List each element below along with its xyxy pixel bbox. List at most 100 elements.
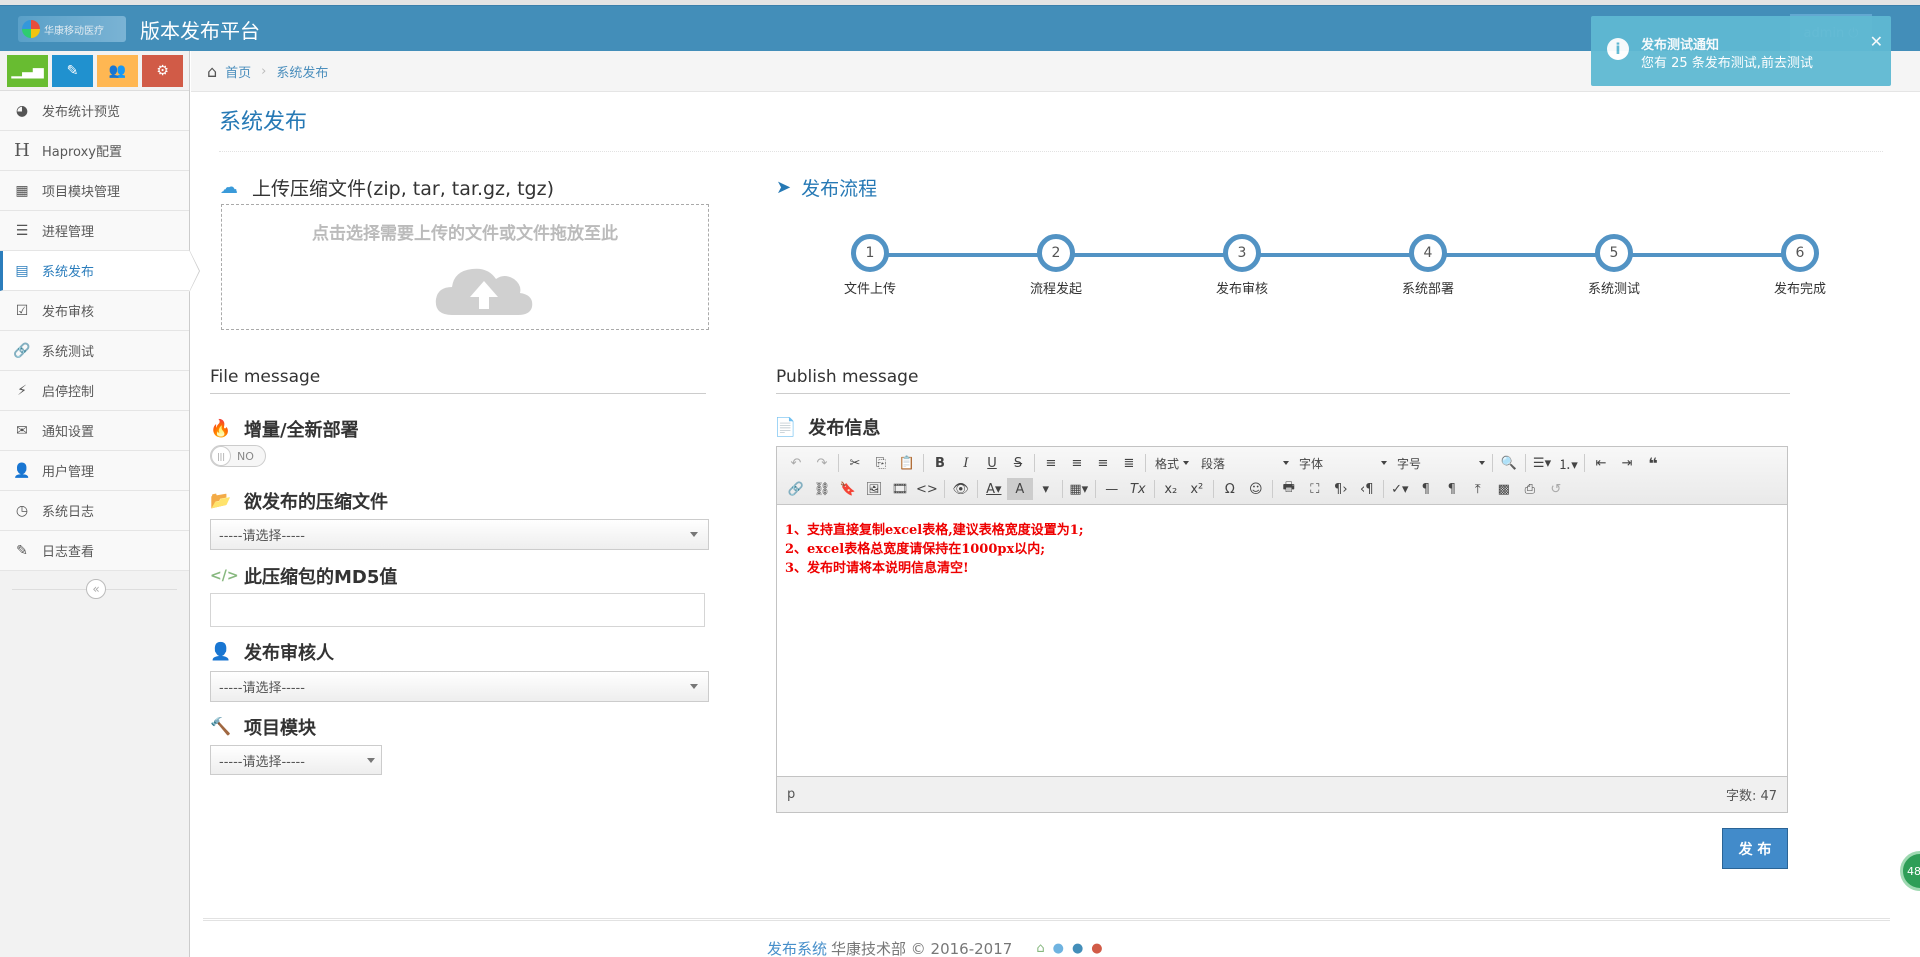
superscript-icon[interactable]: x² xyxy=(1184,478,1210,500)
background-color-icon[interactable]: A xyxy=(1006,478,1033,500)
numbered-list-icon[interactable]: ⒈▾ xyxy=(1555,452,1581,474)
align-right-icon[interactable]: ≡ xyxy=(1090,452,1116,474)
paste-icon[interactable]: 📋 xyxy=(894,452,920,474)
double-chevron-left-icon: « xyxy=(92,582,100,596)
bold-icon[interactable]: B xyxy=(927,452,953,474)
image-icon[interactable]: 🖼 xyxy=(861,478,887,500)
sidebar-item-release[interactable]: ▤ 系统发布 xyxy=(0,249,200,293)
archive-select-value: -----请选择----- xyxy=(219,529,305,544)
step-3: 3 发布审核 xyxy=(1202,234,1282,297)
sidebar-item-control[interactable]: ⚡ 启停控制 xyxy=(0,371,189,411)
shortcut-pencil-button[interactable]: ✎ xyxy=(52,55,93,87)
cut-icon[interactable]: ✂ xyxy=(842,452,868,474)
publish-button[interactable]: 发 布 xyxy=(1722,828,1788,869)
sidebar-item-modules[interactable]: ▦ 项目模块管理 xyxy=(0,171,189,211)
table-icon[interactable]: ▦▾ xyxy=(1066,478,1092,500)
module-label: 🔨 项目模块 xyxy=(210,714,316,740)
underline-icon[interactable]: U xyxy=(979,452,1005,474)
archive-select[interactable]: -----请选择----- xyxy=(210,519,709,550)
sidebar-item-review[interactable]: ☑ 发布审核 xyxy=(0,291,189,331)
weibo-icon[interactable]: ● xyxy=(1091,941,1102,956)
reviewer-label-text: 发布审核人 xyxy=(244,643,334,664)
font-dropdown[interactable]: 字体 xyxy=(1293,452,1391,474)
wechat-icon[interactable]: ● xyxy=(1072,941,1083,956)
step-circle: 5 xyxy=(1595,234,1633,272)
home-icon[interactable]: ⌂ xyxy=(1036,941,1044,956)
upload-icon[interactable]: ⤒ xyxy=(1465,478,1491,500)
align-center-icon[interactable]: ≡ xyxy=(1064,452,1090,474)
bookmark-icon[interactable]: 🔖 xyxy=(835,478,861,500)
redo-icon[interactable]: ↷ xyxy=(809,452,835,474)
sidebar-collapse-button[interactable]: « xyxy=(86,579,106,599)
align-left-icon[interactable]: ≡ xyxy=(1038,452,1064,474)
media-icon[interactable]: 🎞 xyxy=(887,478,913,500)
sidebar-item-users[interactable]: 👤 用户管理 xyxy=(0,451,189,491)
paragraph-dropdown[interactable]: 段落 xyxy=(1195,452,1293,474)
deploy-mode-toggle[interactable]: ||| NO xyxy=(210,445,266,467)
strikethrough-icon[interactable]: S xyxy=(1005,452,1031,474)
qq-icon[interactable]: ● xyxy=(1053,941,1064,956)
breadcrumb-current[interactable]: 系统发布 xyxy=(276,62,328,81)
copy-icon[interactable]: ⎘ xyxy=(868,452,894,474)
rtl-icon[interactable]: ‹¶ xyxy=(1354,478,1380,500)
floating-badge[interactable]: 48 xyxy=(1900,851,1920,891)
sidebar-item-label: 系统日志 xyxy=(42,505,95,520)
caret-down-icon[interactable]: ▾ xyxy=(1033,478,1059,500)
shortcut-cogs-button[interactable]: ⚙ xyxy=(142,55,183,87)
close-icon[interactable]: ✕ xyxy=(1870,32,1883,51)
upload-title-text: 上传压缩文件(zip, tar, tar.gz, tgz) xyxy=(252,178,554,200)
sidebar-item-haproxy[interactable]: H Haproxy配置 xyxy=(0,131,189,171)
link-icon[interactable]: 🔗 xyxy=(783,478,809,500)
file-dropzone[interactable]: 点击选择需要上传的文件或文件拖放至此 xyxy=(221,204,709,330)
fullscreen-icon[interactable]: ⛶ xyxy=(1302,478,1328,500)
blockquote-icon[interactable]: ❝ xyxy=(1640,452,1666,474)
outdent-icon[interactable]: ⇤ xyxy=(1588,452,1614,474)
template-icon[interactable]: ▩ xyxy=(1491,478,1517,500)
paragraph-mark-icon[interactable]: ¶ xyxy=(1413,478,1439,500)
flow-title-text: 发布流程 xyxy=(801,178,878,200)
reviewer-select[interactable]: -----请选择----- xyxy=(210,671,709,702)
subscript-icon[interactable]: x₂ xyxy=(1158,478,1184,500)
sidebar-item-logview[interactable]: ✎ 日志查看 xyxy=(0,531,189,571)
special-char-icon[interactable]: Ω xyxy=(1217,478,1243,500)
shortcut-signal-button[interactable]: ▁▃▅ xyxy=(7,55,48,87)
sidebar-item-process[interactable]: ☰ 进程管理 xyxy=(0,211,189,251)
align-justify-icon[interactable]: ≣ xyxy=(1116,452,1142,474)
list-alt-icon: ▤ xyxy=(15,262,29,279)
print-icon[interactable]: 🖶 xyxy=(1276,478,1302,500)
element-path[interactable]: p xyxy=(787,787,795,802)
format-dropdown[interactable]: 格式 xyxy=(1149,452,1195,474)
unlink-icon[interactable]: ⛓ xyxy=(809,478,835,500)
breadcrumb-home-link[interactable]: 首页 xyxy=(225,62,251,81)
code-icon[interactable]: <> xyxy=(913,478,941,500)
editor-content[interactable]: 1、支持直接复制excel表格,建议表格宽度设置为1; 2、excel表格总宽度… xyxy=(777,505,1787,594)
ltr-icon[interactable]: ¶› xyxy=(1328,478,1354,500)
toast-message[interactable]: 您有 25 条发布测试,前去测试 xyxy=(1641,52,1813,71)
undo-icon[interactable]: ↶ xyxy=(783,452,809,474)
clear-format-icon[interactable]: Tx xyxy=(1125,478,1151,500)
restore-icon[interactable]: ↺ xyxy=(1543,478,1569,500)
text-color-icon[interactable]: A▾ xyxy=(981,478,1007,500)
italic-icon[interactable]: I xyxy=(953,452,979,474)
preview-icon[interactable]: 👁 xyxy=(948,478,974,500)
show-blocks-icon[interactable]: ¶ xyxy=(1439,478,1465,500)
md5-input[interactable] xyxy=(210,593,705,627)
horizontal-rule-icon[interactable]: — xyxy=(1099,478,1125,500)
content-line: 1、支持直接复制excel表格,建议表格宽度设置为1; xyxy=(785,523,1084,538)
sidebar-item-notify[interactable]: ✉ 通知设置 xyxy=(0,411,189,451)
size-dropdown[interactable]: 字号 xyxy=(1391,452,1489,474)
toggle-knob: ||| xyxy=(211,446,231,466)
shortcut-users-button[interactable]: 👥 xyxy=(97,55,138,87)
toolbar-separator xyxy=(1061,480,1063,498)
sidebar-item-stats[interactable]: ◕ 发布统计预览 xyxy=(0,91,189,131)
page-break-icon[interactable]: ⎙ xyxy=(1517,478,1543,500)
module-select[interactable]: -----请选择----- xyxy=(210,745,382,775)
spellcheck-icon[interactable]: ✓▾ xyxy=(1387,478,1413,500)
emoticon-icon[interactable]: ☺ xyxy=(1243,478,1269,500)
sidebar-item-test[interactable]: 🔗 系统测试 xyxy=(0,331,189,371)
brand[interactable]: 华康移动医疗 版本发布平台 xyxy=(18,14,260,44)
binoculars-icon[interactable]: 🔍 xyxy=(1496,452,1522,474)
sidebar-item-syslog[interactable]: ◷ 系统日志 xyxy=(0,491,189,531)
indent-icon[interactable]: ⇥ xyxy=(1614,452,1640,474)
bullet-list-icon[interactable]: ☰▾ xyxy=(1529,452,1555,474)
